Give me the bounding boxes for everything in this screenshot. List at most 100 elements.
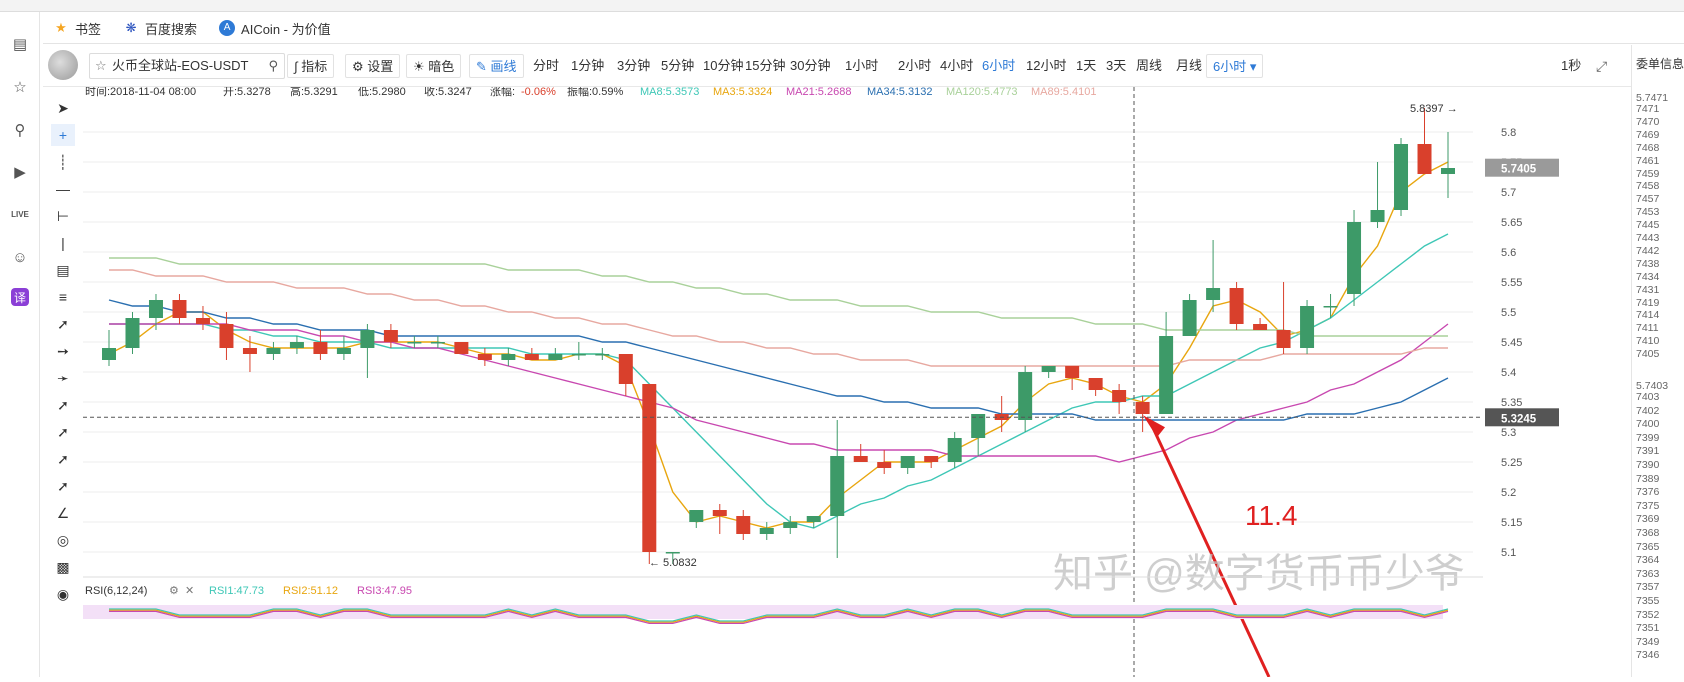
vertical-line-icon[interactable]: |	[51, 232, 75, 254]
candle-body	[1206, 288, 1221, 300]
order-book-row: 7352	[1636, 608, 1660, 621]
pointer-icon[interactable]: ➤	[51, 97, 75, 119]
settings-button[interactable]: ⚙ 设置	[345, 54, 401, 78]
search-icon[interactable]: ⚲	[8, 118, 32, 142]
order-book-row: 7445	[1636, 219, 1660, 232]
candle-body	[219, 324, 234, 348]
symbol-selector[interactable]: ☆ 火币全球站-EOS-USDT ⚲	[89, 53, 285, 79]
candle-body	[924, 456, 939, 462]
translate-icon[interactable]: 译	[11, 288, 29, 306]
interval-12[interactable]: 1天	[1076, 54, 1096, 78]
chart-area[interactable]: 5.85.755.75.655.65.555.55.455.45.355.35.…	[83, 84, 1684, 678]
bookmark-item[interactable]: ★ 书签	[53, 19, 101, 38]
candle-body	[266, 348, 281, 354]
symbol-search-icon[interactable]: ⚲	[268, 54, 278, 78]
gann-fan-icon[interactable]: ∠	[51, 502, 75, 524]
interval-6[interactable]: 30分钟	[790, 54, 830, 78]
interval-7[interactable]: 1小时	[845, 54, 878, 78]
segment-line-icon[interactable]: ┊	[51, 151, 75, 173]
y-tick-label: 5.2	[1501, 487, 1516, 499]
bookmark-item[interactable]: ❋ 百度搜索	[123, 19, 197, 38]
order-book-row: 7363	[1636, 567, 1660, 580]
candle-body	[172, 300, 187, 318]
rsi3-value: RSI3:47.95	[357, 585, 412, 597]
interval-10[interactable]: 6小时	[982, 54, 1015, 78]
order-book-row: 7457	[1636, 193, 1660, 206]
interval-1[interactable]: 1分钟	[571, 54, 604, 78]
spiral-icon[interactable]: ◎	[51, 529, 75, 551]
candle-body	[783, 522, 798, 528]
interval-3[interactable]: 5分钟	[661, 54, 694, 78]
theme-toggle-button[interactable]: ☀ 暗色	[406, 54, 462, 78]
interval-dropdown[interactable]: 6小时 ▾	[1206, 54, 1264, 78]
ray-icon[interactable]: ➛	[51, 367, 75, 389]
interval-5[interactable]: 15分钟	[745, 54, 785, 78]
exchange-logo	[48, 50, 78, 80]
price-range-icon[interactable]: ▤	[51, 259, 75, 281]
y-tick-label: 5.35	[1501, 397, 1522, 409]
horizontal-line-icon[interactable]: —	[51, 178, 75, 200]
candle-body	[642, 384, 657, 552]
candle-body	[125, 318, 140, 348]
candle-body	[759, 528, 774, 534]
parallel-lines-icon[interactable]: ≡	[51, 286, 75, 308]
trading-app: ☆ 火币全球站-EOS-USDT ⚲ ∫ 指标 ⚙ 设置 ☀ 暗色 ✎ 画线 6…	[43, 45, 1684, 678]
order-book-row: 7443	[1636, 232, 1660, 244]
ray-line-icon[interactable]: ⊢	[51, 205, 75, 227]
draw-line-button[interactable]: ✎ 画线	[469, 54, 524, 78]
eye-icon[interactable]: ◉	[51, 583, 75, 605]
order-book-row: 7442	[1636, 244, 1660, 257]
order-book-row: 7365	[1636, 540, 1660, 553]
order-book-row: 7403	[1636, 391, 1660, 403]
fullscreen-icon[interactable]: ⤢	[1596, 54, 1607, 78]
candle-body	[454, 342, 469, 354]
interval-11[interactable]: 12小时	[1026, 54, 1066, 78]
interval-14[interactable]: 周线	[1136, 54, 1162, 78]
candle-body	[1112, 390, 1127, 402]
bars-pattern-icon[interactable]: ▩	[51, 556, 75, 578]
interval-13[interactable]: 3天	[1106, 54, 1126, 78]
interval-0[interactable]: 分时	[533, 54, 559, 78]
interval-2[interactable]: 3分钟	[617, 54, 650, 78]
interval-9[interactable]: 4小时	[940, 54, 973, 78]
low-marker: ← 5.0832	[649, 557, 697, 569]
fib-channel-icon[interactable]: ➚	[51, 448, 75, 470]
live-icon[interactable]: LIVE	[8, 202, 32, 226]
channel-icon[interactable]: ➚	[51, 421, 75, 443]
indicators-button[interactable]: ∫ 指标	[287, 54, 335, 78]
favorites-star-icon[interactable]: ☆	[8, 75, 32, 99]
rsi1-value: RSI1:47.73	[209, 585, 264, 597]
order-book-row: 7357	[1636, 581, 1660, 594]
ma-line-ma3	[108, 161, 1449, 529]
reader-icon[interactable]: ▤	[8, 32, 32, 56]
candle-body	[548, 354, 563, 360]
candle-body	[148, 300, 163, 318]
video-icon[interactable]: ▶	[8, 160, 32, 184]
candle-body	[900, 456, 915, 468]
trend-line-icon[interactable]: ➚	[51, 313, 75, 335]
candle-body	[383, 330, 398, 342]
candlestick-chart[interactable]: 5.85.755.75.655.65.555.55.455.45.355.35.…	[83, 84, 1631, 678]
arrow-line-icon[interactable]: ➚	[51, 394, 75, 416]
candle-body	[830, 456, 845, 516]
candle-body	[1229, 288, 1244, 324]
interval-8[interactable]: 2小时	[898, 54, 931, 78]
y-tick-label: 5.8	[1501, 127, 1516, 139]
y-tick-label: 5.15	[1501, 517, 1522, 529]
browser-sidebar: ▤ ☆ ⚲ ▶ LIVE ☺ 译	[0, 12, 40, 677]
order-book-row: 7461	[1636, 154, 1660, 167]
favorite-star-icon[interactable]: ☆	[95, 54, 107, 78]
drawing-tools: ➤ + ┊ — ⊢ | ▤ ≡ ➚ ➙ ➛ ➚ ➚ ➚ ➚ ∠ ◎ ▩ ◉	[43, 87, 83, 677]
bookmark-item[interactable]: A AICoin - 为价值	[219, 19, 331, 38]
order-book-row: 7402	[1636, 404, 1660, 417]
fan-icon[interactable]: ➚	[51, 475, 75, 497]
refresh-rate[interactable]: 1秒	[1561, 54, 1581, 78]
order-book-row: 7469	[1636, 128, 1660, 141]
candle-body	[430, 342, 445, 344]
extended-line-icon[interactable]: ➙	[51, 340, 75, 362]
chat-icon[interactable]: ☺	[8, 245, 32, 269]
interval-4[interactable]: 10分钟	[703, 54, 743, 78]
order-book-row: 7414	[1636, 309, 1660, 322]
interval-15[interactable]: 月线	[1176, 54, 1202, 78]
crosshair-icon[interactable]: +	[51, 124, 75, 146]
